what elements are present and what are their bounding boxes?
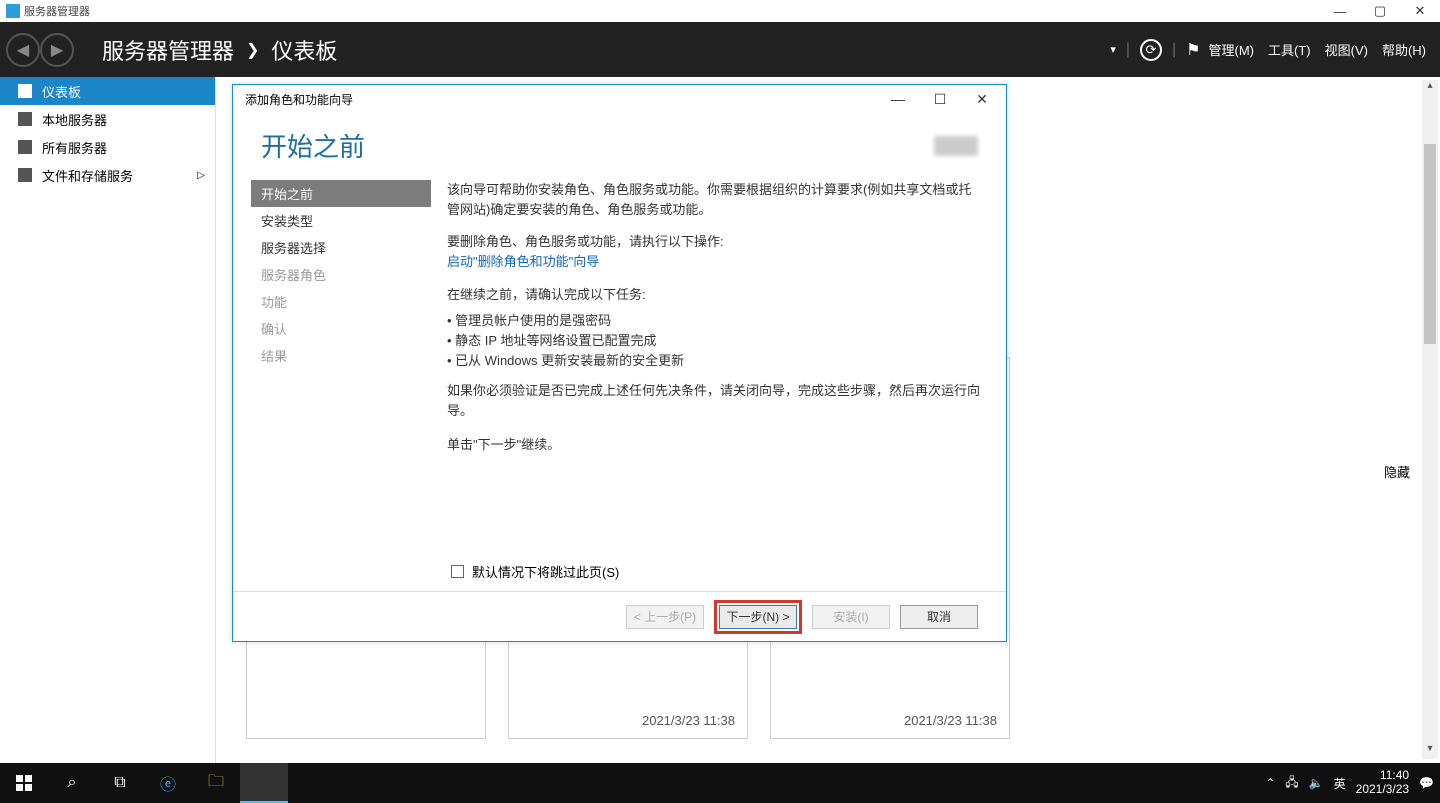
dialog-close-button[interactable]: ✕ bbox=[964, 91, 1000, 108]
sidebar-item-label: 所有服务器 bbox=[42, 138, 107, 157]
dialog-minimize-button[interactable]: — bbox=[880, 91, 916, 107]
nav-forward-button[interactable]: ▶ bbox=[40, 33, 74, 67]
app-titlebar: 服务器管理器 — ▢ ✕ bbox=[0, 0, 1440, 22]
wizard-step-features: 功能 bbox=[251, 288, 431, 315]
next-button-highlight: 下一步(N) > bbox=[714, 600, 802, 634]
menu-help[interactable]: 帮助(H) bbox=[1382, 40, 1426, 59]
wizard-bullet: 管理员帐户使用的是强密码 bbox=[447, 311, 982, 331]
flag-icon[interactable]: ⚑ bbox=[1186, 40, 1200, 60]
ime-indicator[interactable]: 英 bbox=[1334, 775, 1346, 792]
sidebar-item-label: 文件和存储服务 bbox=[42, 166, 133, 185]
wizard-text: 在继续之前，请确认完成以下任务: bbox=[447, 285, 982, 305]
task-view-button[interactable]: ⧉ bbox=[96, 763, 144, 803]
dialog-title: 添加角色和功能向导 bbox=[245, 91, 353, 108]
storage-icon bbox=[18, 168, 32, 182]
action-center-icon[interactable]: 💬 bbox=[1419, 776, 1434, 790]
sidebar-item-local-server[interactable]: 本地服务器 bbox=[0, 105, 215, 133]
taskbar-server-manager[interactable] bbox=[240, 763, 288, 803]
task-view-icon: ⧉ bbox=[114, 774, 125, 792]
skip-page-checkbox[interactable] bbox=[451, 565, 464, 578]
dropdown-icon[interactable]: ▾ bbox=[1110, 43, 1116, 56]
close-button[interactable]: ✕ bbox=[1400, 0, 1440, 22]
scroll-thumb[interactable] bbox=[1424, 144, 1436, 344]
search-icon: ⌕ bbox=[68, 774, 77, 792]
target-server-label bbox=[934, 136, 978, 156]
wizard-steps: 开始之前 安装类型 服务器选择 服务器角色 功能 确认 结果 bbox=[251, 180, 431, 556]
wizard-step-install-type[interactable]: 安装类型 bbox=[251, 207, 431, 234]
refresh-icon[interactable]: ⟳ bbox=[1140, 39, 1162, 61]
nav-back-button[interactable]: ◀ bbox=[6, 33, 40, 67]
sidebar-item-label: 仪表板 bbox=[42, 82, 81, 101]
taskbar-clock[interactable]: 11:40 2021/3/23 bbox=[1356, 769, 1409, 797]
vertical-scrollbar[interactable]: ▴ ▾ bbox=[1422, 80, 1438, 759]
menu-tools[interactable]: 工具(T) bbox=[1268, 40, 1311, 59]
add-roles-wizard-dialog: 添加角色和功能向导 — ☐ ✕ 开始之前 开始之前 安装类型 服务器选择 服务器… bbox=[232, 84, 1007, 642]
app-icon bbox=[6, 4, 20, 18]
system-tray[interactable]: ⌃ 🖧 🔈 英 11:40 2021/3/23 💬 bbox=[1265, 769, 1440, 797]
tile-timestamp: 2021/3/23 11:38 bbox=[904, 713, 997, 728]
taskbar-explorer[interactable]: 🗀 bbox=[192, 763, 240, 803]
menu-view[interactable]: 视图(V) bbox=[1325, 40, 1368, 59]
remove-roles-link[interactable]: 启动"删除角色和功能"向导 bbox=[447, 254, 599, 269]
header: ◀ ▶ 服务器管理器 ❯ 仪表板 ▾ | ⟳ | ⚑ 管理(M) 工具(T) 视… bbox=[0, 22, 1440, 77]
start-button[interactable] bbox=[0, 763, 48, 803]
sidebar: 仪表板 本地服务器 所有服务器 文件和存储服务 ▷ bbox=[0, 77, 216, 763]
dialog-button-bar: < 上一步(P) 下一步(N) > 安装(I) 取消 bbox=[233, 591, 1006, 641]
breadcrumb-leaf[interactable]: 仪表板 bbox=[271, 34, 337, 66]
server-icon bbox=[18, 112, 32, 126]
wizard-step-server-selection[interactable]: 服务器选择 bbox=[251, 234, 431, 261]
wizard-step-confirm: 确认 bbox=[251, 315, 431, 342]
previous-button: < 上一步(P) bbox=[626, 605, 704, 629]
wizard-step-results: 结果 bbox=[251, 342, 431, 369]
clock-time: 11:40 bbox=[1356, 769, 1409, 783]
breadcrumb: 服务器管理器 ❯ 仪表板 bbox=[102, 34, 337, 66]
network-icon[interactable]: 🖧 bbox=[1285, 773, 1298, 794]
wizard-step-before-begin[interactable]: 开始之前 bbox=[251, 180, 431, 207]
sidebar-item-all-servers[interactable]: 所有服务器 bbox=[0, 133, 215, 161]
install-button: 安装(I) bbox=[812, 605, 890, 629]
app-title: 服务器管理器 bbox=[24, 3, 90, 19]
clock-date: 2021/3/23 bbox=[1356, 783, 1409, 797]
wizard-content: 该向导可帮助你安装角色、角色服务或功能。你需要根据组织的计算要求(例如共享文档或… bbox=[431, 180, 1006, 556]
sidebar-item-label: 本地服务器 bbox=[42, 110, 107, 129]
sidebar-item-dashboard[interactable]: 仪表板 bbox=[0, 77, 215, 105]
dialog-titlebar[interactable]: 添加角色和功能向导 — ☐ ✕ bbox=[233, 85, 1006, 113]
taskbar[interactable]: ⌕ ⧉ ⓔ 🗀 ⌃ 🖧 🔈 英 11:40 2021/3/23 💬 bbox=[0, 763, 1440, 803]
tile-timestamp: 2021/3/23 11:38 bbox=[642, 713, 735, 728]
dialog-heading: 开始之前 bbox=[261, 127, 365, 164]
ie-icon: ⓔ bbox=[160, 771, 176, 795]
chevron-right-icon: ❯ bbox=[246, 40, 259, 60]
dashboard-icon bbox=[18, 84, 32, 98]
tray-chevron-icon[interactable]: ⌃ bbox=[1265, 776, 1275, 790]
wizard-step-server-roles: 服务器角色 bbox=[251, 261, 431, 288]
wizard-bullet: 静态 IP 地址等网络设置已配置完成 bbox=[447, 331, 982, 351]
wizard-text: 单击"下一步"继续。 bbox=[447, 435, 982, 455]
maximize-button[interactable]: ▢ bbox=[1360, 0, 1400, 22]
wizard-text: 如果你必须验证是否已完成上述任何先决条件，请关闭向导，完成这些步骤，然后再次运行… bbox=[447, 381, 982, 421]
search-button[interactable]: ⌕ bbox=[48, 763, 96, 803]
volume-icon[interactable]: 🔈 bbox=[1309, 776, 1324, 790]
minimize-button[interactable]: — bbox=[1320, 0, 1360, 22]
scroll-up-icon[interactable]: ▴ bbox=[1422, 80, 1438, 96]
taskbar-ie[interactable]: ⓔ bbox=[144, 763, 192, 803]
wizard-text: 该向导可帮助你安装角色、角色服务或功能。你需要根据组织的计算要求(例如共享文档或… bbox=[447, 180, 982, 220]
scroll-down-icon[interactable]: ▾ bbox=[1422, 743, 1438, 759]
sidebar-item-file-storage[interactable]: 文件和存储服务 ▷ bbox=[0, 161, 215, 189]
cancel-button[interactable]: 取消 bbox=[900, 605, 978, 629]
menu-manage[interactable]: 管理(M) bbox=[1209, 40, 1255, 59]
folder-icon: 🗀 bbox=[208, 770, 224, 797]
skip-page-label[interactable]: 默认情况下将跳过此页(S) bbox=[472, 562, 619, 581]
dialog-maximize-button[interactable]: ☐ bbox=[922, 91, 958, 108]
hide-link[interactable]: 隐藏 bbox=[1384, 462, 1410, 481]
breadcrumb-root[interactable]: 服务器管理器 bbox=[102, 34, 234, 66]
servers-icon bbox=[18, 140, 32, 154]
next-button[interactable]: 下一步(N) > bbox=[719, 605, 797, 629]
wizard-text: 要删除角色、角色服务或功能，请执行以下操作: bbox=[447, 232, 982, 252]
chevron-right-icon: ▷ bbox=[197, 170, 205, 181]
wizard-bullet: 已从 Windows 更新安装最新的安全更新 bbox=[447, 351, 982, 371]
windows-icon bbox=[16, 775, 32, 791]
